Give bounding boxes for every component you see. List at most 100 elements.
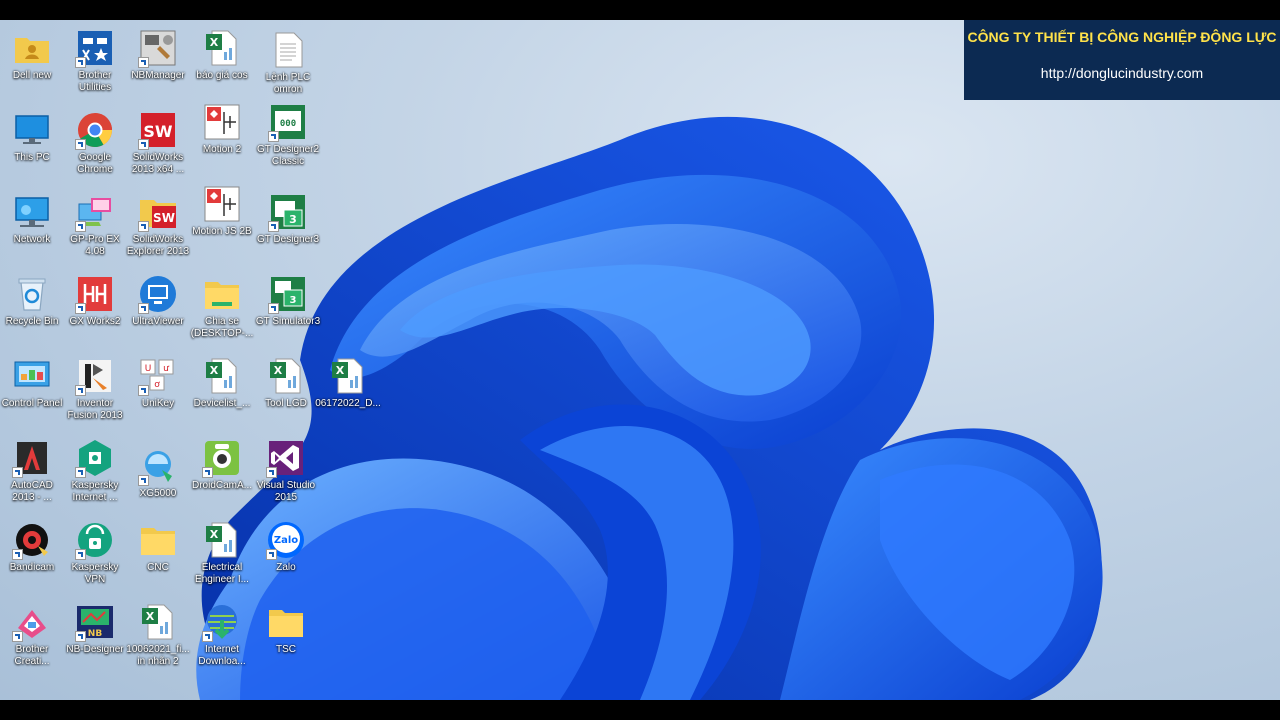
- icon-label: GT Designer3: [256, 234, 320, 245]
- icon-label: SolidWorks Explorer 2013: [126, 234, 190, 257]
- icon-label: Bandicam: [9, 562, 55, 573]
- shortcut-arrow-icon: [202, 467, 213, 478]
- desktop-icon-bandicam[interactable]: Bandicam: [0, 520, 65, 574]
- icon-label: Motion JS 2B: [192, 226, 252, 237]
- svg-text:X: X: [274, 364, 283, 377]
- desktop-icon-cnc[interactable]: CNC: [125, 520, 191, 574]
- icon-label: Lệnh PLC omron: [265, 72, 311, 95]
- solidworks-icon: SW: [138, 110, 178, 150]
- desktop-icon-inventor-fusion[interactable]: Inventor Fusion 2013: [62, 356, 128, 422]
- desktop-icon-gt-designer2-classic[interactable]: 000 GT Designer2 Classic: [255, 102, 321, 168]
- visual-studio-icon: [266, 438, 306, 478]
- inventor-icon: [75, 356, 115, 396]
- icon-label: NB-Designer: [66, 644, 124, 655]
- company-name: CÔNG TY THIẾT BỊ CÔNG NGHIỆP ĐỘNG LỰC: [967, 29, 1277, 45]
- desktop-icon-dell-new[interactable]: Dell new: [0, 28, 65, 82]
- control-panel-icon: [12, 356, 52, 396]
- motion-icon: [202, 102, 242, 142]
- shortcut-arrow-icon: [138, 139, 149, 150]
- svg-text:SW: SW: [153, 211, 175, 225]
- desktop-icon-kaspersky-vpn[interactable]: Kaspersky VPN: [62, 520, 128, 586]
- desktop-icon-06172022[interactable]: X 06172022_D...: [315, 356, 381, 410]
- icon-label: GX Works2: [69, 316, 121, 327]
- icon-label: Inventor Fusion 2013: [67, 398, 123, 421]
- desktop-icon-lenh-plc-omron[interactable]: Lệnh PLC omron: [255, 30, 321, 96]
- desktop-icon-electrical-engineer[interactable]: X Electrical Engineer I...: [189, 520, 255, 586]
- excel-file-icon: X: [202, 520, 242, 560]
- desktop-icon-nbmanager[interactable]: NBManager: [125, 28, 191, 82]
- motion-icon: [202, 184, 242, 224]
- shortcut-arrow-icon: [138, 303, 149, 314]
- icon-label: Electrical Engineer I...: [195, 562, 249, 585]
- desktop-icon-motion-2[interactable]: Motion 2: [189, 102, 255, 156]
- desktop-icon-gx-works2[interactable]: GX Works2: [62, 274, 128, 328]
- svg-text:X: X: [210, 36, 219, 49]
- gt-designer-icon: 3: [268, 192, 308, 232]
- desktop-icon-unikey[interactable]: Uươ UniKey: [125, 356, 191, 410]
- icon-label: CNC: [147, 562, 169, 573]
- desktop-icon-chia-se[interactable]: Chia se (DESKTOP-...: [189, 274, 255, 340]
- svg-text:X: X: [210, 528, 219, 541]
- desktop-icon-brother-creative[interactable]: Brother Creati...: [0, 602, 65, 668]
- svg-text:X: X: [146, 610, 155, 623]
- desktop-icon-internet-download-manager[interactable]: Internet Downloa...: [189, 602, 255, 668]
- desktop-icon-recycle-bin[interactable]: Recycle Bin: [0, 274, 65, 328]
- autocad-icon: [12, 438, 52, 478]
- desktop-icon-gt-designer3[interactable]: 3 GT Designer3: [255, 192, 321, 246]
- zalo-icon: Zalo: [266, 520, 306, 560]
- shortcut-arrow-icon: [12, 549, 23, 560]
- folder-icon: [138, 520, 178, 560]
- desktop-icon-kaspersky-internet[interactable]: Kaspersky Internet ...: [62, 438, 128, 504]
- desktop-icon-motion-js-2b[interactable]: Motion JS 2B: [189, 184, 255, 238]
- icon-label: XG5000: [139, 488, 177, 499]
- icon-label: Control Panel: [1, 398, 63, 409]
- desktop-icon-ultraviewer[interactable]: UltraViewer: [125, 274, 191, 328]
- icon-label: GP-Pro EX 4.08: [70, 234, 120, 257]
- bandicam-icon: [12, 520, 52, 560]
- shortcut-arrow-icon: [75, 57, 86, 68]
- monitor-icon: [12, 110, 52, 150]
- desktop-icon-visual-studio-2015[interactable]: Visual Studio 2015: [253, 438, 319, 504]
- icon-label: Internet Downloa...: [198, 644, 246, 667]
- desktop-icon-control-panel[interactable]: Control Panel: [0, 356, 65, 410]
- shortcut-arrow-icon: [75, 467, 86, 478]
- desktop-icon-gt-simulator3[interactable]: 3 GT Simulator3: [255, 274, 321, 328]
- chrome-icon: [75, 110, 115, 150]
- desktop-icon-tsc[interactable]: TSC: [253, 602, 319, 656]
- desktop-icon-brother-utilities[interactable]: Brother Utilities: [62, 28, 128, 94]
- desktop-icon-gp-pro-ex[interactable]: GP-Pro EX 4.08: [62, 192, 128, 258]
- desktop-icon-excel-10062021[interactable]: X 10062021_fi... in nhãn 2: [125, 602, 191, 668]
- desktop-icon-zalo[interactable]: Zalo Zalo: [253, 520, 319, 574]
- folder-icon: [266, 602, 306, 642]
- icon-label: Zalo: [276, 562, 296, 573]
- desktop-icon-google-chrome[interactable]: Google Chrome: [62, 110, 128, 176]
- desktop-icon-this-pc[interactable]: This PC: [0, 110, 65, 164]
- desktop-icon-solidworks-explorer[interactable]: SW SolidWorks Explorer 2013: [125, 192, 191, 258]
- recycle-bin-icon: [12, 274, 52, 314]
- desktop-icon-bao-gia-cos[interactable]: X báo giá cos: [189, 28, 255, 82]
- unikey-icon: Uươ: [138, 356, 178, 396]
- desktop-icon-network[interactable]: Network: [0, 192, 65, 246]
- desktop: Dell new This PC Network Recycle Bin Con…: [0, 20, 1280, 700]
- svg-text:U: U: [145, 364, 152, 374]
- shortcut-arrow-icon: [12, 631, 23, 642]
- icon-label: Devicelist_...: [193, 398, 251, 409]
- folder-user-icon: [12, 28, 52, 68]
- icon-label: NBManager: [131, 70, 185, 81]
- desktop-icon-solidworks-2013[interactable]: SW SolidWorks 2013 x64 ...: [125, 110, 191, 176]
- company-url[interactable]: http://donglucindustry.com: [964, 65, 1280, 81]
- icon-label: GT Designer2 Classic: [256, 144, 320, 167]
- desktop-icon-devicelist[interactable]: X Devicelist_...: [189, 356, 255, 410]
- shortcut-arrow-icon: [268, 303, 279, 314]
- shortcut-arrow-icon: [75, 631, 86, 642]
- desktop-icon-xg5000[interactable]: XG5000: [125, 446, 191, 500]
- icon-label: 10062021_fi... in nhãn 2: [126, 644, 190, 667]
- shortcut-arrow-icon: [266, 549, 277, 560]
- svg-text:000: 000: [280, 119, 296, 129]
- desktop-icon-tool-lgd[interactable]: X Tool LGD: [253, 356, 319, 410]
- desktop-icon-nb-designer[interactable]: NB NB-Designer: [62, 602, 128, 656]
- icon-label: TSC: [276, 644, 296, 655]
- shortcut-arrow-icon: [268, 131, 279, 142]
- desktop-icon-autocad[interactable]: AutoCAD 2013 - ...: [0, 438, 65, 504]
- desktop-icon-droidcam[interactable]: DroidCamA...: [189, 438, 255, 492]
